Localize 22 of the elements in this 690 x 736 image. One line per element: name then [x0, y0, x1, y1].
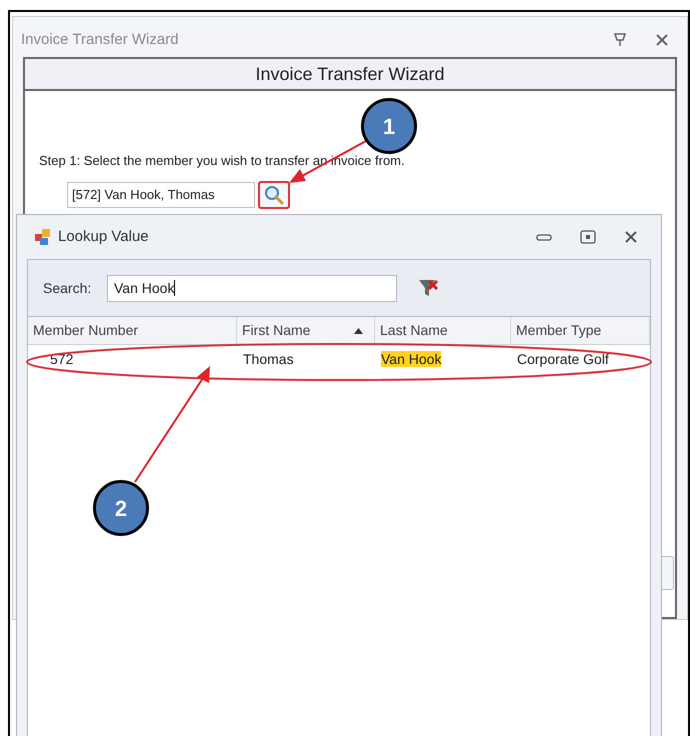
minimize-icon[interactable]	[536, 232, 552, 242]
table-cell: Thomas	[243, 351, 294, 367]
app-icon	[34, 228, 52, 246]
close-icon[interactable]	[624, 230, 638, 244]
column-header[interactable]: First Name	[237, 317, 375, 344]
sort-ascending-icon	[354, 328, 363, 334]
member-field[interactable]: [572] Van Hook, Thomas	[67, 182, 255, 208]
column-header[interactable]: Member Type	[511, 317, 650, 344]
column-header[interactable]: Member Number	[28, 317, 237, 344]
table-cell: Corporate Golf	[517, 351, 609, 367]
restore-icon[interactable]	[580, 230, 596, 244]
column-header[interactable]: Last Name	[375, 317, 511, 344]
pin-icon[interactable]	[613, 32, 627, 48]
search-label: Search:	[43, 278, 92, 298]
filter-icon[interactable]	[417, 277, 439, 299]
search-button[interactable]	[258, 181, 290, 209]
window-title: Invoice Transfer Wizard	[21, 30, 180, 50]
magnifier-icon	[263, 184, 285, 206]
wizard-header: Invoice Transfer Wizard	[25, 59, 675, 91]
dialog-title: Lookup Value	[58, 226, 150, 247]
close-icon[interactable]	[655, 33, 669, 47]
search-field[interactable]: Van Hook	[107, 274, 397, 302]
